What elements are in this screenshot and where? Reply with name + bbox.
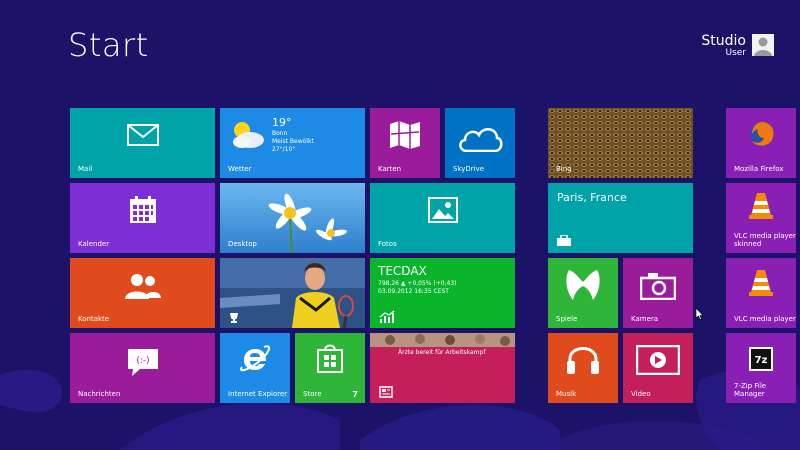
weather-icon xyxy=(233,122,264,148)
vlc-cone-icon xyxy=(749,270,773,296)
news-icon xyxy=(379,386,393,398)
stock-name: TECDAX xyxy=(378,264,427,278)
tile-bing[interactable]: Bing xyxy=(548,108,693,178)
calendar-icon xyxy=(130,196,156,223)
stock-value: 798,26 ▲ +0,05% (+0,43) xyxy=(378,280,457,287)
tile-sports[interactable] xyxy=(220,258,365,328)
weather-range: 27°/10° xyxy=(272,146,296,153)
tile-contacts[interactable]: Kontakte xyxy=(70,258,215,328)
user-text: Studio User xyxy=(701,34,746,58)
maps-icon xyxy=(390,121,420,149)
tile-firefox[interactable]: Mozilla Firefox xyxy=(726,108,796,178)
tile-travel[interactable]: Paris, France xyxy=(548,183,693,253)
tile-stock[interactable]: TECDAX 798,26 ▲ +0,05% (+0,43) 03.09.201… xyxy=(370,258,515,328)
chart-icon xyxy=(379,310,395,323)
tile-vlc[interactable]: VLC media player xyxy=(726,258,796,328)
tile-label: Mail xyxy=(78,165,93,173)
video-play-icon xyxy=(636,345,680,375)
tile-label: Kontakte xyxy=(78,315,110,323)
weather-condition: Meist Bewölkt xyxy=(272,138,314,145)
weather-city: Bonn xyxy=(272,130,288,137)
photo-icon xyxy=(428,197,458,223)
svg-text:7z: 7z xyxy=(755,355,768,366)
avatar xyxy=(752,34,774,56)
tile-games[interactable]: Spiele xyxy=(548,258,618,328)
tile-label: Kamera xyxy=(631,315,659,323)
tile-label: VLC media player skinned xyxy=(734,232,796,248)
tile-label: Video xyxy=(631,390,651,398)
tile-weather[interactable]: 19° Bonn Meist Bewölkt 27°/10° Wetter xyxy=(220,108,365,178)
tile-news[interactable]: Ärzte bereit für Arbeitskampf xyxy=(370,333,515,403)
travel-city: Paris, France xyxy=(557,191,627,204)
store-bag-icon xyxy=(317,344,343,373)
chat-icon: (:-) xyxy=(128,349,158,376)
tile-skydrive[interactable]: SkyDrive xyxy=(445,108,515,178)
news-headline: Ärzte bereit für Arbeitskampf xyxy=(398,349,486,356)
tile-photos[interactable]: Fotos xyxy=(370,183,515,253)
ie-icon xyxy=(240,345,270,372)
tile-mail[interactable]: Mail xyxy=(70,108,215,178)
xbox-icon xyxy=(566,270,600,300)
firefox-icon xyxy=(750,122,774,146)
tile-label: Fotos xyxy=(378,240,397,248)
tile-label: Karten xyxy=(378,165,402,173)
weather-temp: 19° xyxy=(272,116,292,129)
7zip-icon: 7z xyxy=(749,347,773,371)
tile-label: Wetter xyxy=(228,165,252,173)
tile-label: Bing xyxy=(556,165,572,173)
vlc-cone-icon xyxy=(749,193,773,219)
tile-label: 7-Zip File Manager xyxy=(734,382,767,398)
tile-label: Nachrichten xyxy=(78,390,121,398)
tile-label: Mozilla Firefox xyxy=(734,165,784,173)
tile-ie[interactable]: Internet Explorer xyxy=(220,333,290,403)
tile-video[interactable]: Video xyxy=(623,333,693,403)
tile-calendar[interactable]: Kalender xyxy=(70,183,215,253)
tile-7zip[interactable]: 7z 7-Zip File Manager xyxy=(726,333,796,403)
user-name: Studio xyxy=(701,33,746,49)
tile-store[interactable]: Store 7 xyxy=(295,333,365,403)
tile-desktop[interactable]: Desktop xyxy=(220,183,365,253)
tile-label: Musik xyxy=(556,390,577,398)
sports-photo xyxy=(220,258,365,328)
start-title: Start xyxy=(68,26,149,64)
user-subtitle: User xyxy=(725,47,746,58)
user-account[interactable]: Studio User xyxy=(701,34,774,58)
suitcase-icon xyxy=(557,235,571,246)
tile-label: SkyDrive xyxy=(453,165,485,173)
tile-messaging[interactable]: (:-) Nachrichten xyxy=(70,333,215,403)
mail-icon xyxy=(127,124,159,146)
tile-label: VLC media player xyxy=(734,315,796,323)
tile-vlc-skinned[interactable]: VLC media player skinned xyxy=(726,183,796,253)
stock-date: 03.09.2012 16:35 CEST xyxy=(378,288,449,295)
tile-label: Internet Explorer xyxy=(228,390,288,398)
cloud-icon xyxy=(459,128,503,152)
contacts-icon xyxy=(125,274,161,299)
tile-camera[interactable]: Kamera xyxy=(623,258,693,328)
news-photo xyxy=(370,333,515,347)
user-silhouette-icon xyxy=(754,37,772,56)
tile-label: Spiele xyxy=(556,315,578,323)
headphones-icon xyxy=(567,347,599,374)
tile-label: Desktop xyxy=(228,240,257,248)
svg-text:(:-): (:-) xyxy=(136,356,149,366)
tile-maps[interactable]: Karten xyxy=(370,108,440,178)
trophy-icon xyxy=(230,313,238,323)
tile-label: Store xyxy=(303,390,322,398)
camera-icon xyxy=(640,273,676,300)
tile-label: Kalender xyxy=(78,240,110,248)
store-badge: 7 xyxy=(352,390,358,399)
tile-music[interactable]: Musik xyxy=(548,333,618,403)
mouse-cursor-icon xyxy=(696,308,704,320)
